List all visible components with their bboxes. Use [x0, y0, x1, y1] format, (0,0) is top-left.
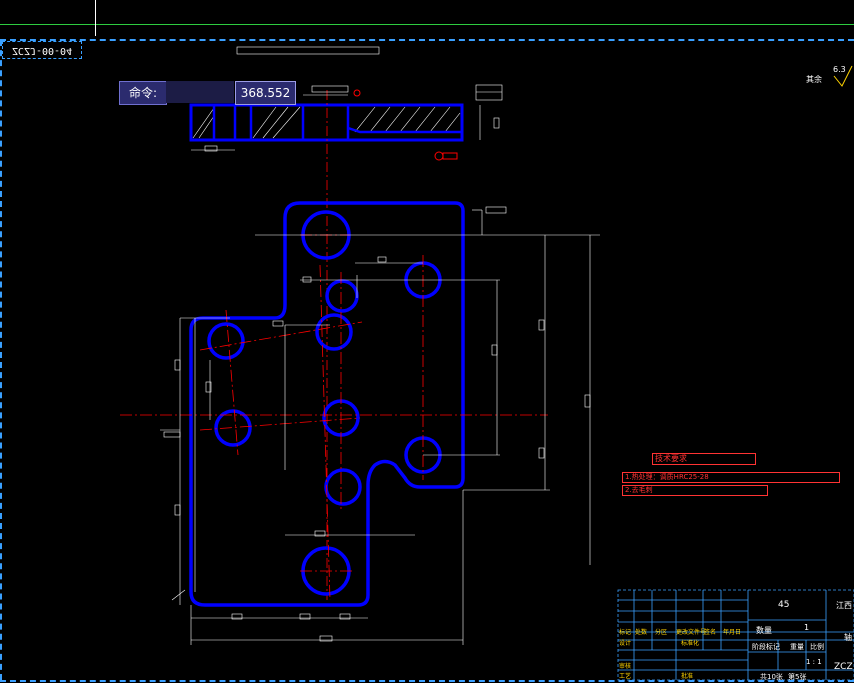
scale: 1 : 1 — [806, 658, 822, 666]
quantity-label: 数量 — [756, 626, 772, 635]
designer-label: 设计 — [619, 640, 632, 647]
dynamic-input-value[interactable]: 368.552 — [235, 81, 296, 105]
standardization-label: 标准化 — [681, 640, 700, 647]
command-label: 命令: — [119, 81, 167, 105]
review-label: 审核 — [619, 663, 632, 670]
tech-requirement-1: 1.热处理：调质HRC25-28 — [622, 472, 840, 483]
sheet-number: 第5张 — [788, 673, 807, 681]
quantity: 1 — [804, 623, 810, 632]
center-lines — [120, 234, 548, 601]
title-block: 45 江西 数量 1 轴 阶段标记 重量 比例 1 : 1 ZCZ 共10张 第… — [618, 590, 854, 681]
roughness-value: 6.3 — [833, 65, 846, 74]
holes — [207, 210, 442, 596]
section-view — [189, 103, 464, 142]
row-label-sign: 签名 — [704, 629, 717, 636]
tech-requirements-title: 技术要求 — [652, 453, 756, 465]
plan-dimensions — [160, 206, 600, 645]
tech-requirement-2: 2.去毛刺 — [622, 485, 768, 496]
scale-label: 比例 — [810, 643, 824, 651]
row-label-date: 年月日 — [723, 629, 742, 636]
roughness-label: 其余 — [806, 75, 822, 84]
row-label-count: 处数 — [635, 629, 648, 636]
company: 江西 — [836, 601, 852, 610]
sheets-total: 共10张 — [760, 673, 783, 681]
part-name: 轴 — [844, 633, 852, 642]
row-label-zone: 分区 — [655, 629, 668, 636]
process-label: 工艺 — [619, 673, 632, 680]
command-input[interactable] — [166, 81, 234, 103]
row-label-mark: 标记 — [619, 629, 632, 636]
weight-label: 重量 — [790, 643, 804, 651]
stage-label: 阶段标记 — [752, 643, 780, 651]
approve-label: 批准 — [681, 673, 694, 680]
drawing-code: ZCZ — [834, 662, 853, 672]
section-hatching — [192, 106, 461, 139]
material: 45 — [778, 600, 790, 610]
row-label-change-doc: 更改文件号 — [676, 629, 707, 636]
